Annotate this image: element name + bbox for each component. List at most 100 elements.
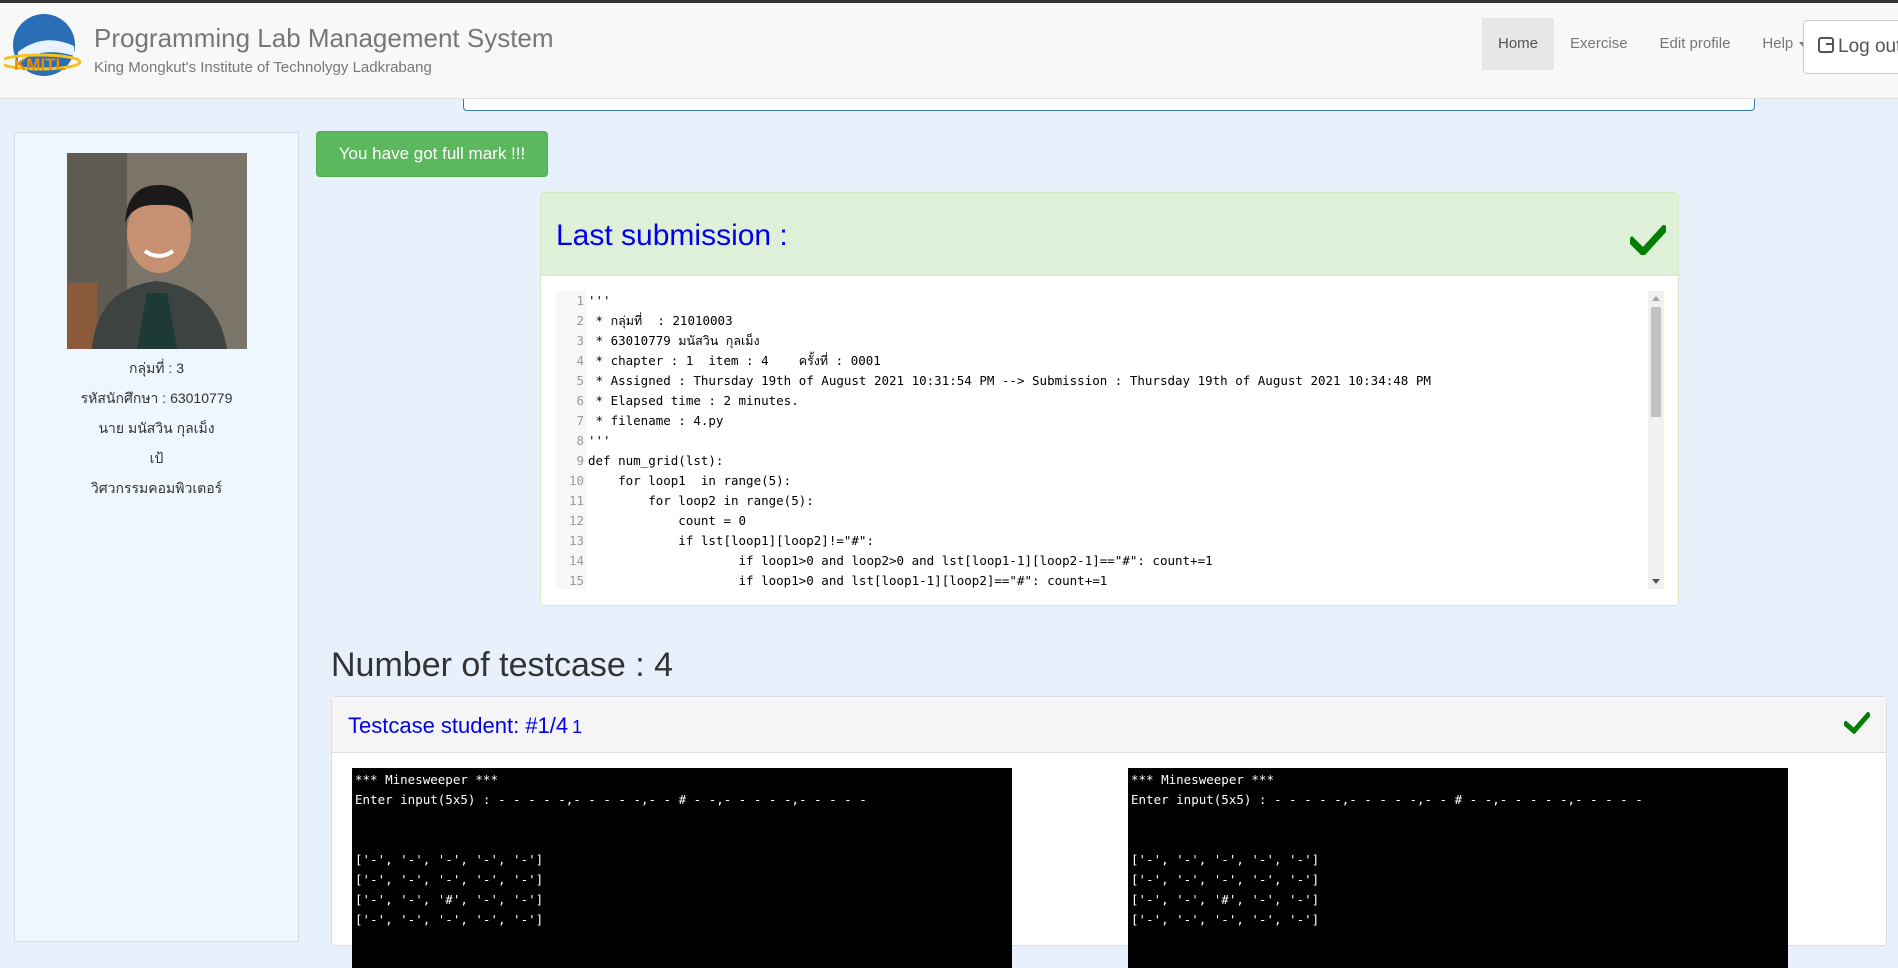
previous-panel-edge (463, 99, 1755, 111)
console-line: Enter input(5x5) : - - - - -,- - - - -,-… (355, 792, 867, 807)
code-text: for loop2 in range(5): (588, 493, 814, 508)
testcase-title: Testcase student: #1/4 1 (348, 713, 582, 739)
line-number: 7 (576, 413, 584, 428)
nav-home[interactable]: Home (1482, 18, 1555, 70)
line-number: 2 (576, 313, 584, 328)
code-line: 12 count = 0 (556, 511, 746, 531)
student-output-console: *** Minesweeper *** Enter input(5x5) : - … (1128, 768, 1788, 968)
line-number: 10 (568, 473, 584, 488)
testcase-count: Number of testcase : 4 (331, 646, 674, 684)
code-text: ''' (588, 433, 611, 448)
code-line: 10 for loop1 in range(5): (556, 471, 791, 491)
app-subtitle: King Mongkut's Institute of Technolygy L… (94, 59, 432, 76)
console-line: ['-', '-', '#', '-', '-'] (355, 892, 544, 907)
expected-output-console: *** Minesweeper *** Enter input(5x5) : - … (352, 768, 1012, 968)
testcase-panel: Testcase student: #1/4 1 *** Minesweeper … (331, 696, 1887, 968)
navbar: KMITL Programming Lab Management System … (0, 0, 1898, 99)
code-text: for loop1 in range(5): (588, 473, 792, 488)
console-line: ['-', '-', '-', '-', '-'] (355, 852, 544, 867)
nav-help-label: Help (1762, 35, 1794, 52)
console-line: Enter input(5x5) : - - - - -,- - - - -,-… (1131, 792, 1643, 807)
submission-header: Last submission : (541, 193, 1678, 276)
code-line: 15 if loop1>0 and lst[loop1-1][loop2]=="… (556, 571, 1107, 589)
line-number: 13 (568, 533, 584, 548)
student-department: วิศวกรรมคอมพิวเตอร์ (90, 480, 223, 496)
code-text: * chapter : 1 item : 4 ครั้งที่ : 0001 (588, 353, 881, 368)
code-text: count = 0 (588, 513, 747, 528)
code-text: if loop1>0 and loop2>0 and lst[loop1-1][… (588, 553, 1213, 568)
kmitl-logo[interactable]: KMITL (4, 12, 82, 82)
code-text: * Elapsed time : 2 minutes. (588, 393, 799, 408)
code-text: if loop1>0 and lst[loop1-1][loop2]=="#":… (588, 573, 1108, 588)
scroll-up-arrow-icon[interactable] (1652, 296, 1660, 301)
console-line: *** Minesweeper *** (355, 772, 498, 787)
nav-edit-profile[interactable]: Edit profile (1644, 18, 1747, 70)
testcase-title-text: Testcase student: #1/4 (348, 713, 569, 738)
code-text: * Assigned : Thursday 19th of August 202… (588, 373, 1431, 388)
student-sidebar: กลุ่มที่ : 3 รหัสนักศึกษา : 63010779 นาย… (14, 132, 299, 942)
scroll-thumb[interactable] (1651, 307, 1661, 417)
testcase-header[interactable]: Testcase student: #1/4 1 (332, 697, 1886, 753)
code-line: 5 * Assigned : Thursday 19th of August 2… (556, 371, 1431, 391)
line-number: 11 (568, 493, 584, 508)
code-line: 1 ''' (556, 291, 611, 311)
console-line: ['-', '-', '#', '-', '-'] (1131, 892, 1320, 907)
line-number: 6 (576, 393, 584, 408)
line-number: 3 (576, 333, 584, 348)
code-line: 3 * 63010779 มนัสวิน กุลเม็ง (556, 331, 760, 351)
code-line: 7 * filename : 4.py (556, 411, 723, 431)
line-number: 1 (576, 293, 584, 308)
logout-label: Log out (1838, 36, 1898, 57)
code-text: * 63010779 มนัสวิน กุลเม็ง (588, 333, 760, 348)
main-nav: Home Exercise Edit profile Help (1482, 18, 1823, 70)
student-avatar (67, 153, 247, 349)
code-line: 6 * Elapsed time : 2 minutes. (556, 391, 799, 411)
last-submission-panel: Last submission : 1 ''' 2 * กลุ่มที่ : 210… (540, 192, 1679, 606)
code-line: 4 * chapter : 1 item : 4 ครั้งที่ : 0001 (556, 351, 881, 371)
svg-text:KMITL: KMITL (14, 55, 66, 74)
submission-title: Last submission : (556, 219, 788, 252)
line-number: 8 (576, 433, 584, 448)
check-icon (1630, 225, 1666, 255)
student-id: รหัสนักศึกษา : 63010779 (80, 390, 233, 406)
full-mark-alert: You have got full mark !!! (316, 131, 548, 177)
code-text: * filename : 4.py (588, 413, 724, 428)
student-name: นาย มนัสวิน กุลเม็ง (98, 420, 215, 436)
code-viewer[interactable]: 1 ''' 2 * กลุ่มที่ : 21010003 3 * 63010779 … (556, 291, 1664, 589)
student-nickname: เป้ (149, 450, 164, 466)
console-line: *** Minesweeper *** (1131, 772, 1274, 787)
console-line: ['-', '-', '-', '-', '-'] (1131, 872, 1320, 887)
app-title: Programming Lab Management System (94, 23, 554, 53)
code-text: if lst[loop1][loop2]!="#": (588, 533, 874, 548)
console-line: ['-', '-', '-', '-', '-'] (1131, 912, 1320, 927)
console-line: ['-', '-', '-', '-', '-'] (1131, 852, 1320, 867)
line-number: 12 (568, 513, 584, 528)
line-number: 5 (576, 373, 584, 388)
nav-exercise[interactable]: Exercise (1554, 18, 1644, 70)
code-line: 13 if lst[loop1][loop2]!="#": (556, 531, 874, 551)
code-line: 9 def num_grid(lst): (556, 451, 723, 471)
testcase-title-number: 1 (572, 717, 583, 737)
console-line: ['-', '-', '-', '-', '-'] (355, 912, 544, 927)
check-icon (1844, 712, 1870, 734)
line-number: 14 (568, 553, 584, 568)
code-line: 11 for loop2 in range(5): (556, 491, 814, 511)
logout-icon (1818, 37, 1834, 53)
code-line: 2 * กลุ่มที่ : 21010003 (556, 311, 732, 331)
line-number: 9 (576, 453, 584, 468)
code-line: 14 if loop1>0 and loop2>0 and lst[loop1-… (556, 551, 1213, 571)
line-number: 4 (576, 353, 584, 368)
code-line: 8 ''' (556, 431, 611, 451)
scroll-down-arrow-icon[interactable] (1652, 579, 1660, 584)
logout-button[interactable]: Log out (1803, 20, 1898, 74)
console-line: ['-', '-', '-', '-', '-'] (355, 872, 544, 887)
code-text: def num_grid(lst): (588, 453, 724, 468)
line-number: 15 (568, 573, 584, 588)
student-group: กลุ่มที่ : 3 (129, 360, 184, 376)
code-text: ''' (588, 293, 611, 308)
code-scrollbar[interactable] (1648, 291, 1664, 589)
